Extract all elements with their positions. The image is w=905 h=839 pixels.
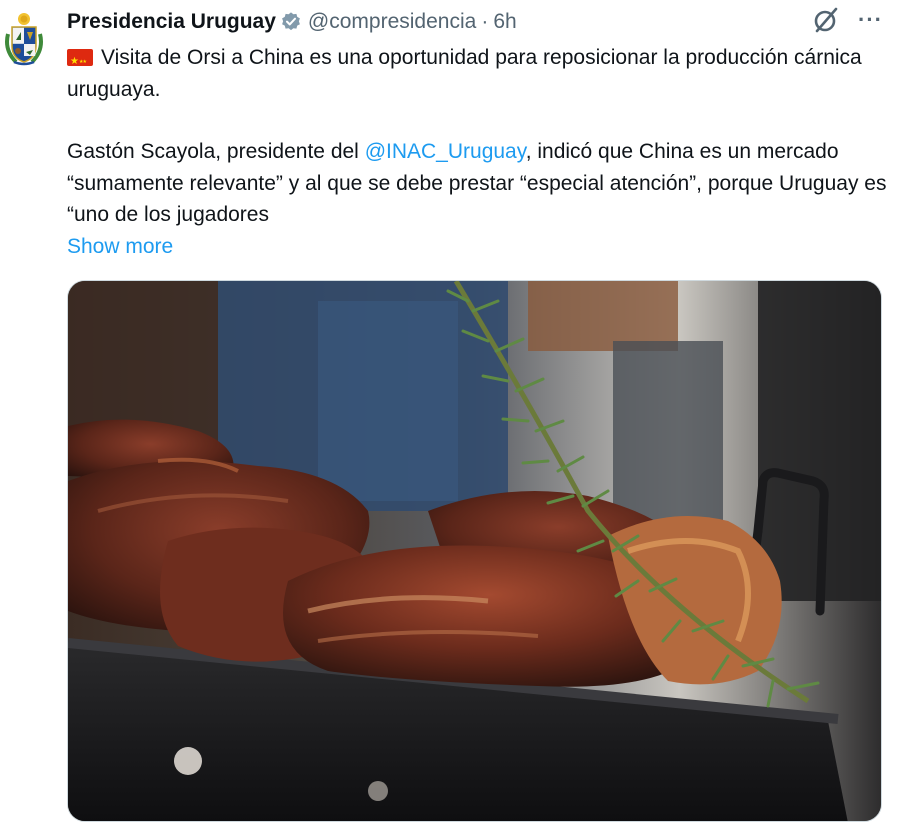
mention-link[interactable]: @INAC_Uruguay [365, 140, 526, 163]
uruguay-coat-of-arms-icon [5, 13, 43, 66]
tweet-header: Presidencia Uruguay @compresidencia · 6h [67, 8, 517, 36]
tweet-paragraph-1: Visita de Orsi a China es una oportunida… [67, 42, 887, 105]
grok-icon[interactable] [812, 6, 840, 34]
separator-dot: · [481, 10, 489, 33]
china-flag-icon [67, 46, 93, 79]
grilled-meat-photo [68, 281, 881, 821]
author-display-name[interactable]: Presidencia Uruguay [67, 10, 276, 34]
tweet-text: Visita de Orsi a China es una oportunida… [67, 42, 887, 262]
verified-badge-icon[interactable] [280, 11, 302, 33]
timestamp[interactable]: 6h [493, 10, 516, 34]
show-more-link[interactable]: Show more [67, 231, 887, 263]
paragraph-2-start: Gastón Scayola, presidente del [67, 140, 365, 163]
top-actions: ··· [812, 6, 883, 34]
more-options-icon[interactable]: ··· [858, 9, 883, 31]
tweet[interactable]: Presidencia Uruguay @compresidencia · 6h… [0, 0, 905, 839]
author-handle[interactable]: @compresidencia [308, 10, 476, 34]
tweet-paragraph-2: Gastón Scayola, presidente del @INAC_Uru… [67, 136, 887, 231]
avatar[interactable] [2, 10, 46, 68]
tweet-line-1: Visita de Orsi a China es una oportunida… [67, 46, 862, 101]
tweet-media-image[interactable] [67, 280, 882, 822]
